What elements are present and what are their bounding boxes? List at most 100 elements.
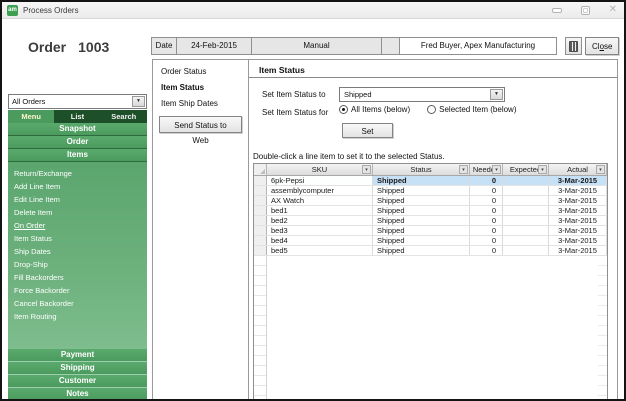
cell-actual[interactable]: 3-Mar-2015 — [549, 176, 607, 185]
row-selector-cell[interactable] — [254, 196, 267, 205]
sidebar-item-delete-item[interactable]: Delete Item — [8, 206, 147, 219]
cell-needed[interactable]: 0 — [470, 226, 503, 235]
cell-actual[interactable]: 3-Mar-2015 — [549, 226, 607, 235]
table-row[interactable]: bed3Shipped0 3-Mar-2015 — [254, 226, 607, 236]
set-button[interactable]: Set — [342, 123, 393, 138]
radio-all-items-below[interactable]: All Items (below) — [339, 105, 410, 114]
cell-sku[interactable]: bed3 — [267, 226, 373, 235]
sidebar-section-items[interactable]: Items — [8, 149, 147, 162]
table-row[interactable]: bed4Shipped0 3-Mar-2015 — [254, 236, 607, 246]
sidebar-item-fill-backorders[interactable]: Fill Backorders — [8, 271, 147, 284]
sidebar-tab-search[interactable]: Search — [101, 110, 147, 123]
cell-needed[interactable]: 0 — [470, 236, 503, 245]
select-all-cell[interactable] — [254, 164, 267, 175]
cell-expected[interactable] — [503, 186, 549, 195]
customer-field[interactable]: Fred Buyer, Apex Manufacturing — [399, 37, 557, 55]
sidebar-item-return-exchange[interactable]: Return/Exchange — [8, 167, 147, 180]
sidebar-section-customer[interactable]: Customer — [8, 375, 147, 388]
entry-type-field[interactable]: Manual — [251, 37, 382, 55]
dropdown-arrow-icon[interactable]: ▼ — [490, 89, 503, 100]
row-selector-cell[interactable] — [254, 216, 267, 225]
maximize-icon[interactable] — [581, 6, 590, 15]
column-header-sku[interactable]: SKU▾ — [267, 164, 373, 175]
cell-sku[interactable]: 6pk-Pepsi — [267, 176, 373, 185]
cell-status[interactable]: Shipped — [373, 216, 470, 225]
cell-actual[interactable]: 3-Mar-2015 — [549, 236, 607, 245]
row-selector-cell[interactable] — [254, 186, 267, 195]
table-row[interactable]: assemblycomputerShipped0 3-Mar-2015 — [254, 186, 607, 196]
sidebar-item-ship-dates[interactable]: Ship Dates — [8, 245, 147, 258]
cell-sku[interactable]: bed2 — [267, 216, 373, 225]
cell-actual[interactable]: 3-Mar-2015 — [549, 186, 607, 195]
sort-arrow-icon[interactable]: ▾ — [459, 165, 468, 174]
row-selector-cell[interactable] — [254, 206, 267, 215]
statusnav-item-ship-dates[interactable]: Item Ship Dates — [161, 99, 218, 108]
cell-needed[interactable]: 0 — [470, 246, 503, 255]
cell-expected[interactable] — [503, 196, 549, 205]
cell-status[interactable]: Shipped — [373, 226, 470, 235]
sidebar-item-item-routing[interactable]: Item Routing — [8, 310, 147, 323]
sidebar-item-edit-line-item[interactable]: Edit Line Item — [8, 193, 147, 206]
cell-expected[interactable] — [503, 206, 549, 215]
sidebar-section-shipping[interactable]: Shipping — [8, 362, 147, 375]
cell-sku[interactable]: assemblycomputer — [267, 186, 373, 195]
date-field[interactable]: 24-Feb-2015 — [176, 37, 252, 55]
sidebar-section-notes[interactable]: Notes — [8, 388, 147, 401]
column-header-status[interactable]: Status▾ — [373, 164, 470, 175]
cell-status[interactable]: Shipped — [373, 176, 470, 185]
cell-status[interactable]: Shipped — [373, 206, 470, 215]
sort-arrow-icon[interactable]: ▾ — [538, 165, 547, 174]
table-row[interactable]: 6pk-PepsiShipped0 3-Mar-2015 — [254, 176, 607, 186]
cell-needed[interactable]: 0 — [470, 216, 503, 225]
close-icon[interactable]: ✕ — [609, 5, 617, 15]
cell-actual[interactable]: 3-Mar-2015 — [549, 206, 607, 215]
row-selector-cell[interactable] — [254, 176, 267, 185]
column-header-needed[interactable]: Needed▾ — [470, 164, 503, 175]
sidebar-section-order[interactable]: Order — [8, 136, 147, 149]
cell-actual[interactable]: 3-Mar-2015 — [549, 216, 607, 225]
sidebar-item-add-line-item[interactable]: Add Line Item — [8, 180, 147, 193]
statusnav-item-status[interactable]: Item Status — [161, 83, 204, 92]
cell-status[interactable]: Shipped — [373, 236, 470, 245]
cell-needed[interactable]: 0 — [470, 176, 503, 185]
cell-sku[interactable]: bed4 — [267, 236, 373, 245]
sidebar-section-snapshot[interactable]: Snapshot — [8, 123, 147, 136]
cell-actual[interactable]: 3-Mar-2015 — [549, 196, 607, 205]
sidebar-item-drop-ship[interactable]: Drop-Ship — [8, 258, 147, 271]
sidebar-item-cancel-backorder[interactable]: Cancel Backorder — [8, 297, 147, 310]
sidebar-item-on-order[interactable]: On Order — [8, 219, 147, 232]
row-selector-cell[interactable] — [254, 246, 267, 255]
status-dropdown[interactable]: Shipped ▼ — [339, 87, 505, 102]
column-header-actual[interactable]: Actual▾ — [549, 164, 607, 175]
send-status-to-web-button[interactable]: Send Status to Web — [159, 116, 242, 133]
cell-expected[interactable] — [503, 226, 549, 235]
sidebar-item-force-backorder[interactable]: Force Backorder — [8, 284, 147, 297]
column-header-expected[interactable]: Expected▾ — [503, 164, 549, 175]
lookup-button[interactable] — [565, 37, 582, 55]
dropdown-arrow-icon[interactable]: ▼ — [132, 96, 145, 107]
row-selector-cell[interactable] — [254, 226, 267, 235]
row-selector-cell[interactable] — [254, 236, 267, 245]
sidebar-section-payment[interactable]: Payment — [8, 349, 147, 362]
cell-status[interactable]: Shipped — [373, 186, 470, 195]
sidebar-tab-menu[interactable]: Menu — [8, 110, 54, 123]
sidebar-tab-list[interactable]: List — [54, 110, 100, 123]
cell-needed[interactable]: 0 — [470, 196, 503, 205]
table-row[interactable]: AX WatchShipped03-Mar-2015 — [254, 196, 607, 206]
cell-sku[interactable]: bed1 — [267, 206, 373, 215]
minimize-icon[interactable] — [552, 8, 562, 13]
sort-arrow-icon[interactable]: ▾ — [362, 165, 371, 174]
table-row[interactable]: bed5Shipped03-Mar-2015 — [254, 246, 607, 256]
close-button[interactable]: Close — [585, 37, 619, 55]
sidebar-item-item-status[interactable]: Item Status — [8, 232, 147, 245]
cell-status[interactable]: Shipped — [373, 246, 470, 255]
cell-expected[interactable] — [503, 236, 549, 245]
sort-arrow-icon[interactable]: ▾ — [596, 165, 605, 174]
cell-needed[interactable]: 0 — [470, 206, 503, 215]
cell-expected[interactable] — [503, 216, 549, 225]
table-row[interactable]: bed2Shipped0 3-Mar-2015 — [254, 216, 607, 226]
cell-sku[interactable]: AX Watch — [267, 196, 373, 205]
cell-expected[interactable] — [503, 176, 549, 185]
cell-expected[interactable] — [503, 246, 549, 255]
cell-needed[interactable]: 0 — [470, 186, 503, 195]
